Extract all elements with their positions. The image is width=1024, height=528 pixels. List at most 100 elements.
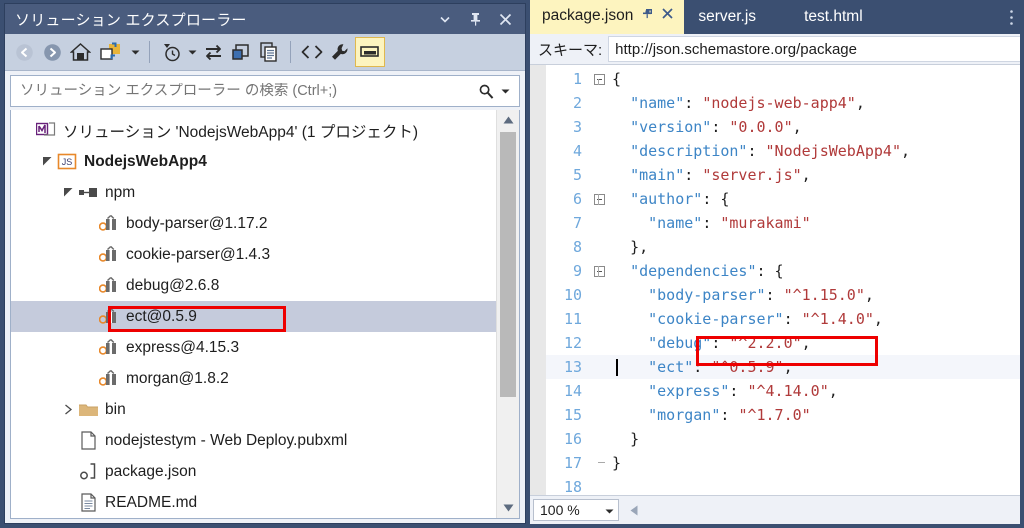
pin-icon[interactable]	[467, 11, 483, 27]
switch-views-caret-icon[interactable]	[129, 38, 141, 66]
collapse-minus-icon[interactable]	[593, 73, 605, 85]
tree-item[interactable]: cookie-parser@1.4.3	[11, 239, 496, 270]
zoom-level-combo[interactable]: 100 %	[533, 499, 619, 521]
tree-item[interactable]: npm	[11, 177, 496, 208]
close-icon[interactable]	[661, 7, 674, 25]
horizontal-scroll-left-arrow-icon[interactable]	[625, 505, 643, 516]
code-line[interactable]: 17}	[546, 451, 1020, 475]
code-line[interactable]: 9 "dependencies": {	[546, 259, 1020, 283]
scroll-down-arrow-icon[interactable]	[497, 498, 519, 518]
scrollbar-thumb[interactable]	[500, 132, 516, 397]
code-line-text: "morgan": "^1.7.0"	[612, 406, 1020, 424]
package-icon	[98, 276, 120, 295]
preview-selected-items-button[interactable]	[355, 37, 385, 67]
pin-icon[interactable]	[641, 7, 654, 25]
editor-tab[interactable]: package.json	[530, 0, 685, 34]
sync-with-active-document-button[interactable]	[200, 38, 226, 66]
code-token: "body-parser"	[648, 286, 766, 304]
fold-column[interactable]	[586, 265, 612, 277]
code-line[interactable]: 16 }	[546, 427, 1020, 451]
code-token: "^1.15.0"	[783, 286, 865, 304]
line-number: 3	[572, 118, 582, 136]
code-token: ,	[901, 142, 911, 160]
expander-empty	[59, 456, 77, 487]
properties-button[interactable]	[327, 38, 353, 66]
code-line[interactable]: 7 "name": "murakami"	[546, 211, 1020, 235]
code-line[interactable]: 15 "morgan": "^1.7.0"	[546, 403, 1020, 427]
tree-item-label: bin	[105, 400, 126, 418]
code-line-text: "express": "^4.14.0",	[612, 382, 1020, 400]
code-editor[interactable]: 1{2 "name": "nodejs-web-app4", 3 "version…	[530, 65, 1020, 495]
tree-item[interactable]: ソリューション 'NodejsWebApp4' (1 プロジェクト)	[11, 115, 496, 146]
pending-changes-button[interactable]	[158, 38, 184, 66]
code-line[interactable]: 2 "name": "nodejs-web-app4",	[546, 91, 1020, 115]
collapse-all-button[interactable]	[228, 38, 254, 66]
markdown-file-icon	[77, 493, 99, 512]
code-line[interactable]: 5 "main": "server.js",	[546, 163, 1020, 187]
editor-tab[interactable]: server.js	[684, 0, 790, 34]
show-all-files-button[interactable]	[256, 38, 282, 66]
tree-item[interactable]: body-parser@1.17.2	[11, 208, 496, 239]
editor-panel: package.json server.js test.html スキーマ: htt…	[530, 0, 1024, 528]
forward-button[interactable]	[39, 38, 65, 66]
code-token: },	[630, 238, 649, 256]
code-line[interactable]: 4 "description": "NodejsWebApp4",	[546, 139, 1020, 163]
schema-value-input[interactable]: http://json.schemastore.org/package	[608, 36, 1020, 62]
code-line[interactable]: 1{	[546, 67, 1020, 91]
pending-changes-caret-icon[interactable]	[186, 38, 198, 66]
overflow-menu-icon[interactable]	[1004, 0, 1018, 34]
code-line[interactable]: 3 "version": "0.0.0",	[546, 115, 1020, 139]
code-line-text: "description": "NodejsWebApp4",	[612, 142, 1020, 160]
tree-item[interactable]: package.json	[11, 456, 496, 487]
expander-empty	[80, 301, 98, 332]
tree-item[interactable]: express@4.15.3	[11, 332, 496, 363]
tree-item[interactable]: nodejstestym - Web Deploy.pubxml	[11, 425, 496, 456]
package-icon	[98, 369, 120, 388]
expander-collapsed-icon[interactable]	[59, 394, 77, 425]
back-button[interactable]	[11, 38, 37, 66]
collapse-minus-icon[interactable]	[593, 265, 605, 277]
code-line[interactable]: 12 "debug": "^2.2.0",	[546, 331, 1020, 355]
dropdown-icon[interactable]	[437, 11, 453, 27]
home-button[interactable]	[67, 38, 93, 66]
code-line[interactable]: 11 "cookie-parser": "^1.4.0",	[546, 307, 1020, 331]
code-line[interactable]: 6 "author": {	[546, 187, 1020, 211]
solution-tree[interactable]: ソリューション 'NodejsWebApp4' (1 プロジェクト) JS Node…	[11, 110, 496, 518]
expander-empty	[80, 332, 98, 363]
code-token: "description"	[630, 142, 748, 160]
tree-item[interactable]: bin	[11, 394, 496, 425]
search-options-caret-icon[interactable]	[497, 83, 513, 99]
search-icon[interactable]	[478, 83, 494, 99]
editor-tab[interactable]: test.html	[790, 0, 897, 34]
close-icon[interactable]	[497, 11, 513, 27]
code-line[interactable]: 8 },	[546, 235, 1020, 259]
code-token: :	[711, 334, 730, 352]
tree-item[interactable]: README.md	[11, 487, 496, 518]
collapse-minus-icon[interactable]	[593, 193, 605, 205]
scrollbar-track[interactable]	[497, 130, 519, 498]
fold-column[interactable]	[586, 193, 612, 205]
expander-expanded-icon[interactable]	[59, 177, 77, 208]
line-number: 6	[572, 190, 582, 208]
zoom-caret-icon[interactable]	[605, 502, 614, 518]
tree-item[interactable]: JS NodejsWebApp4	[11, 146, 496, 177]
code-line[interactable]: 13 "ect": "^0.5.9",	[546, 355, 1020, 379]
code-line-text: },	[612, 238, 1020, 256]
code-line[interactable]: 10 "body-parser": "^1.15.0",	[546, 283, 1020, 307]
expander-expanded-icon[interactable]	[38, 146, 56, 177]
view-code-button[interactable]	[299, 38, 325, 66]
tree-item[interactable]: debug@2.6.8	[11, 270, 496, 301]
tree-vertical-scrollbar[interactable]	[496, 110, 519, 518]
tree-item[interactable]: morgan@1.8.2	[11, 363, 496, 394]
code-line[interactable]: 14 "express": "^4.14.0",	[546, 379, 1020, 403]
fold-guide-line	[598, 79, 599, 85]
search-box[interactable]	[10, 75, 520, 107]
tree-item[interactable]: ect@0.5.9	[11, 301, 496, 332]
scroll-up-arrow-icon[interactable]	[497, 110, 519, 130]
search-input[interactable]	[20, 83, 478, 99]
code-lines-container[interactable]: 1{2 "name": "nodejs-web-app4", 3 "version…	[546, 65, 1020, 495]
code-line[interactable]: 18	[546, 475, 1020, 495]
switch-views-button[interactable]	[95, 38, 127, 66]
fold-column[interactable]	[586, 73, 612, 85]
code-token: : {	[756, 262, 784, 280]
